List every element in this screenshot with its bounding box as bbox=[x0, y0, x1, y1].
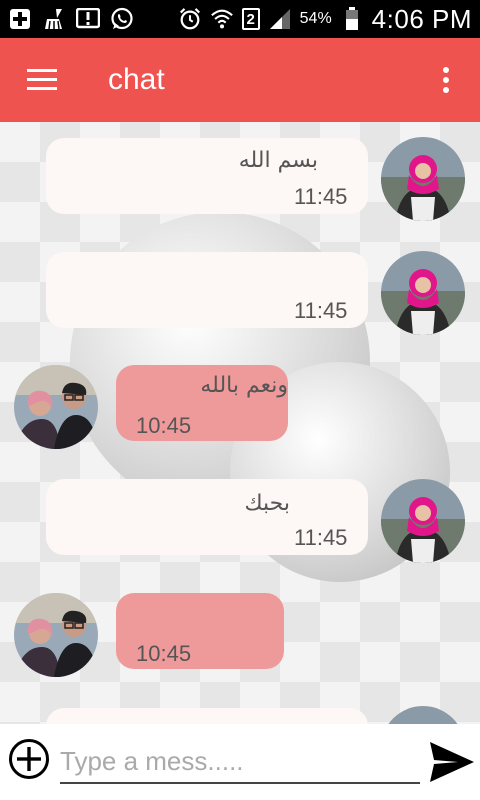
message-time: 10:45 bbox=[136, 413, 192, 438]
woman-avatar[interactable] bbox=[381, 137, 465, 221]
add-box-icon bbox=[8, 7, 32, 31]
message-input[interactable] bbox=[60, 740, 420, 784]
battery-icon bbox=[340, 7, 364, 31]
couple-avatar[interactable] bbox=[14, 593, 98, 677]
message-time: 11:45 bbox=[294, 525, 348, 550]
woman-avatar[interactable] bbox=[381, 706, 465, 724]
whatsapp-icon bbox=[110, 7, 134, 31]
woman-avatar[interactable] bbox=[381, 251, 465, 335]
message-composer bbox=[0, 724, 480, 800]
couple-avatar[interactable] bbox=[14, 365, 98, 449]
outgoing-message-bubble[interactable]: ونعم بالله 10:45 bbox=[116, 365, 288, 441]
message-text: بسم الله bbox=[238, 148, 318, 173]
hamburger-menu-icon[interactable] bbox=[12, 50, 72, 110]
alarm-icon bbox=[178, 7, 202, 31]
sim-icon: 2 bbox=[241, 8, 260, 30]
outgoing-message-bubble[interactable]: 10:45 bbox=[116, 593, 284, 669]
send-icon[interactable] bbox=[428, 738, 476, 786]
battery-percent: 54% bbox=[299, 10, 332, 27]
app-title: chat bbox=[108, 63, 165, 96]
woman-avatar[interactable] bbox=[381, 479, 465, 563]
chat-list[interactable]: بسم الله 11:45 11:45 ونعم بالله 10:45 بح… bbox=[0, 122, 480, 724]
alert-box-icon bbox=[76, 7, 100, 31]
app-bar: chat bbox=[0, 38, 480, 122]
incoming-message-bubble[interactable]: بحبك 11:45 bbox=[46, 479, 368, 555]
status-time: 4:06 PM bbox=[371, 3, 472, 34]
message-time: 10:45 bbox=[136, 641, 192, 666]
incoming-message-bubble[interactable] bbox=[46, 708, 368, 724]
message-time: 11:45 bbox=[294, 184, 348, 209]
signal-icon bbox=[268, 7, 292, 31]
status-bar: 2 54% 4:06 PM bbox=[0, 0, 480, 38]
incoming-message-bubble[interactable]: 11:45 bbox=[46, 252, 368, 328]
overflow-menu-icon[interactable] bbox=[426, 50, 466, 110]
message-time: 11:45 bbox=[294, 298, 348, 323]
message-text: بحبك bbox=[244, 491, 290, 516]
wifi-icon bbox=[210, 7, 234, 31]
message-text: ونعم بالله bbox=[200, 373, 288, 398]
cleaner-icon bbox=[42, 7, 66, 31]
add-circle-icon[interactable] bbox=[8, 738, 50, 780]
incoming-message-bubble[interactable]: بسم الله 11:45 bbox=[46, 138, 368, 214]
